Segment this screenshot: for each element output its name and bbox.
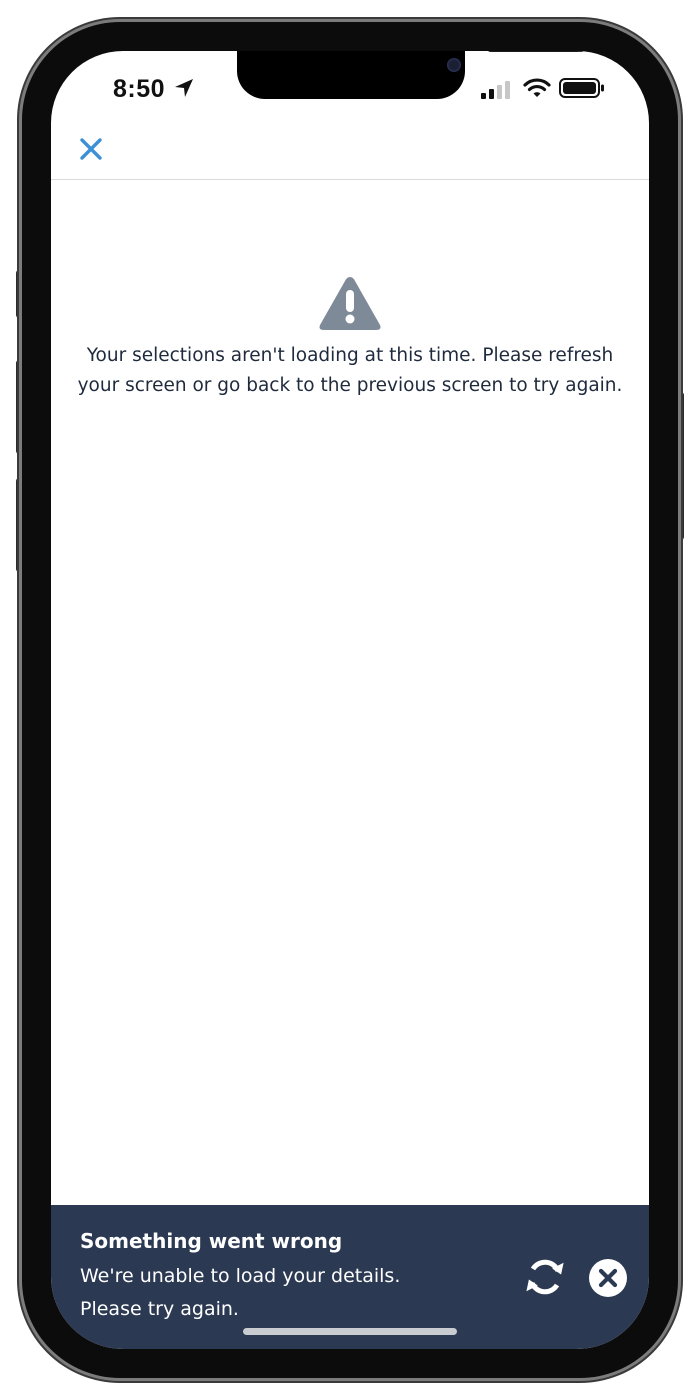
error-message: Your selections aren't loading at this t… <box>77 345 623 396</box>
nav-bar <box>51 119 649 180</box>
refresh-icon[interactable] <box>523 1255 567 1299</box>
notch <box>237 51 585 99</box>
toast-message-line2: Please try again. <box>80 1298 239 1320</box>
battery-icon <box>559 78 604 98</box>
home-indicator <box>243 1328 457 1335</box>
earpiece-speaker <box>487 51 585 52</box>
toast-title: Something went wrong <box>80 1229 343 1253</box>
device-mockup: 8:50 Your selections aren't loading at t… <box>0 0 700 1400</box>
location-arrow-icon <box>175 79 193 97</box>
phone-screen: 8:50 Your selections aren't loading at t… <box>51 51 649 1349</box>
close-icon[interactable] <box>77 135 105 163</box>
front-camera <box>447 58 461 72</box>
wifi-icon <box>523 78 551 97</box>
close-circle-icon[interactable] <box>588 1258 628 1298</box>
status-time: 8:50 <box>113 75 166 103</box>
toast-message-line1: We're unable to load your details. <box>80 1265 401 1287</box>
warning-triangle-icon <box>319 277 381 330</box>
power-button <box>678 392 684 540</box>
cellular-signal-icon <box>481 81 510 99</box>
